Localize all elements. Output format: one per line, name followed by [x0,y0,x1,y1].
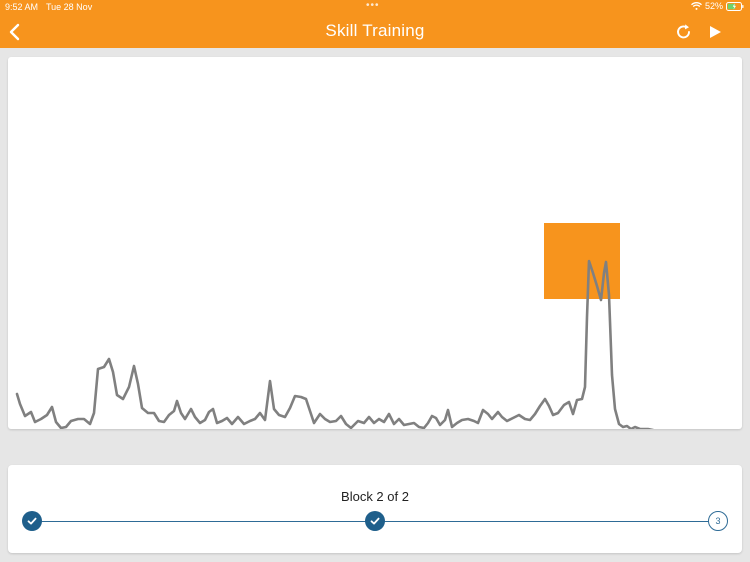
block-progress-panel: Block 2 of 2 3 [8,465,742,553]
step-2-completed [365,511,385,531]
battery-percentage: 52% [704,1,723,11]
play-icon[interactable] [706,23,724,41]
block-label: Block 2 of 2 [341,489,409,504]
status-bar: 9:52 AM Tue 28 Nov ••• 52% [0,0,750,14]
app-header: 9:52 AM Tue 28 Nov ••• 52% Skill Trainin… [0,0,750,48]
status-time: 9:52 AM [5,2,39,12]
wifi-icon [691,2,702,10]
battery-charging-icon [726,1,744,11]
checkmark-icon [370,517,380,525]
page-title: Skill Training [325,21,425,40]
step-3-pending: 3 [708,511,728,531]
status-indicators: 52% [691,1,744,11]
step-3-number: 3 [715,516,721,526]
step-1-completed [22,511,42,531]
multitasking-dots-icon[interactable]: ••• [366,0,380,11]
status-date: Tue 28 Nov [46,2,93,12]
signal-chart [8,57,742,429]
reset-icon[interactable] [674,23,694,41]
checkmark-icon [27,517,37,525]
signal-plot [15,223,654,429]
